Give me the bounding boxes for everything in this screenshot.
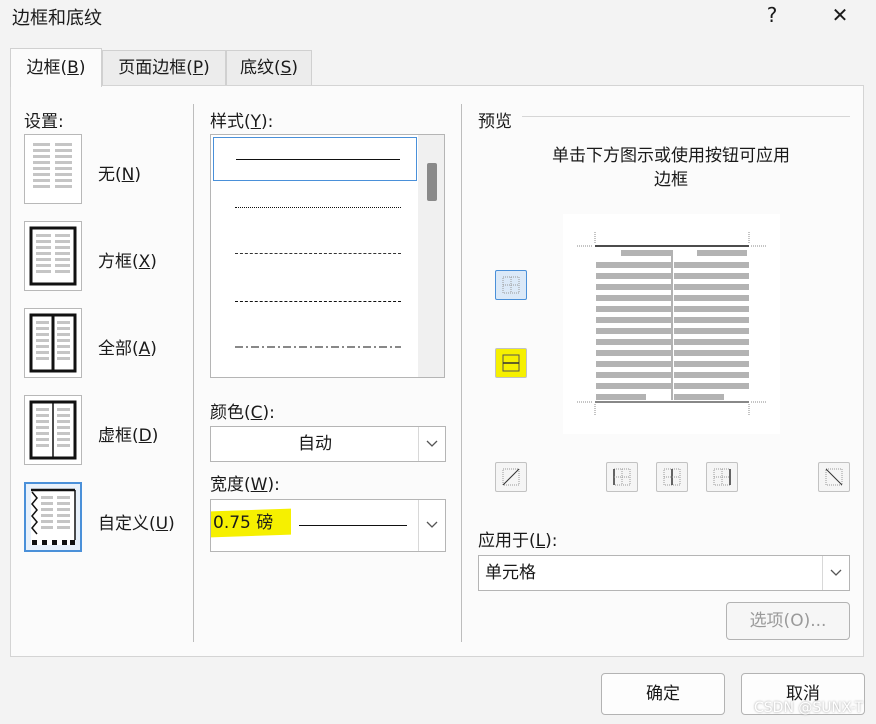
tab-shading[interactable]: 底纹(S) <box>226 50 312 85</box>
help-button[interactable]: ? <box>752 2 792 28</box>
dotted-line <box>235 207 401 208</box>
setting-all-label[interactable]: 全部(A) <box>98 334 157 359</box>
ok-button[interactable]: 确定 <box>601 673 725 715</box>
solid-line <box>236 159 400 160</box>
tab-page-border[interactable]: 页面边框(P) <box>102 50 226 85</box>
setting-box-label[interactable]: 方框(X) <box>98 247 157 272</box>
setting-custom-icon[interactable] <box>24 482 82 552</box>
preview-title: 预览 <box>478 112 512 132</box>
setting-grid-icon[interactable] <box>24 395 82 465</box>
window-title: 边框和底纹 <box>12 8 102 29</box>
width-value: 0.75 磅 <box>213 513 274 533</box>
preview-title-rule <box>522 116 850 117</box>
diagonal-down-border-icon[interactable] <box>818 462 850 492</box>
dash-dot-line <box>235 346 401 348</box>
setting-none-icon[interactable] <box>24 134 82 204</box>
width-sample-line <box>299 525 407 526</box>
dashed-line <box>235 301 401 302</box>
style-label: 样式(Y): <box>210 112 274 132</box>
inside-horizontal-border-toggle-icon[interactable] <box>495 348 527 378</box>
apply-to-dropdown[interactable]: 单元格 <box>478 555 850 591</box>
diagonal-up-border-icon[interactable] <box>495 462 527 492</box>
style-solid[interactable] <box>213 137 417 181</box>
setting-box-icon[interactable] <box>24 221 82 291</box>
preview-canvas[interactable] <box>563 214 780 434</box>
scrollbar-thumb[interactable] <box>427 163 437 201</box>
divider-right <box>461 104 462 642</box>
options-button[interactable]: 选项(O)... <box>726 602 850 640</box>
style-scrollbar[interactable] <box>418 135 444 377</box>
right-border-icon[interactable] <box>706 462 738 492</box>
chevron-down-icon[interactable] <box>418 427 445 461</box>
width-dropdown[interactable]: 0.75 磅 <box>210 499 446 552</box>
color-label: 颜色(C): <box>210 403 275 423</box>
inside-vertical-border-icon[interactable] <box>656 462 688 492</box>
chevron-down-icon[interactable] <box>822 556 849 590</box>
style-dash-dot[interactable] <box>213 327 417 371</box>
settings-title: 设置: <box>24 112 64 132</box>
color-value: 自动 <box>298 434 332 454</box>
setting-all-icon[interactable] <box>24 308 82 378</box>
style-fine-dashed[interactable] <box>213 231 417 275</box>
top-border-toggle-icon[interactable] <box>495 270 527 300</box>
chevron-down-icon[interactable] <box>418 500 445 551</box>
fine-dashed-line <box>235 253 401 254</box>
tab-borders[interactable]: 边框(B) <box>10 48 102 87</box>
apply-to-value: 单元格 <box>485 563 536 583</box>
setting-none-label[interactable]: 无(N) <box>98 160 141 185</box>
style-dotted[interactable] <box>213 185 417 229</box>
close-button[interactable]: ✕ <box>820 2 860 28</box>
width-label: 宽度(W): <box>210 475 280 495</box>
setting-custom-label[interactable]: 自定义(U) <box>98 509 175 534</box>
preview-page <box>577 232 767 416</box>
watermark: CSDN @SUNX-T <box>754 700 864 716</box>
apply-to-label: 应用于(L): <box>478 531 558 551</box>
preview-hint: 单击下方图示或使用按钮可应用 边框 <box>552 146 790 190</box>
style-listbox[interactable] <box>210 134 445 378</box>
left-border-icon[interactable] <box>606 462 638 492</box>
color-dropdown[interactable]: 自动 <box>210 426 446 462</box>
divider-left <box>193 104 194 642</box>
style-dashed[interactable] <box>213 279 417 323</box>
setting-grid-label[interactable]: 虚框(D) <box>98 421 158 446</box>
